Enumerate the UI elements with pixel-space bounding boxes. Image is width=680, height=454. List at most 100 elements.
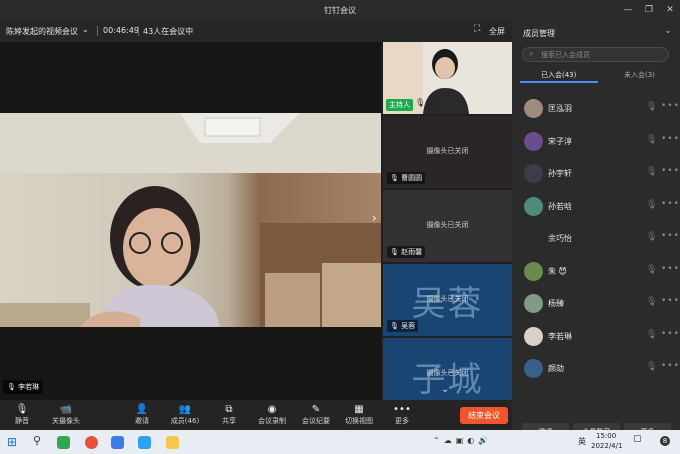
window-title: 钉钉会议	[324, 6, 356, 15]
record-button[interactable]: ◉ 会议录制	[256, 404, 288, 426]
active-tab-indicator	[520, 81, 598, 83]
members-panel: 成员管理 ⌄ ⌕ 搜索已入会成员 已入会(43) 未入会(3) 匡泓羽 🎙 ••• 宋…	[512, 20, 680, 441]
avatar	[524, 261, 543, 281]
tab-joined[interactable]: 已入会(43)	[541, 70, 576, 80]
member-name: 孙宇轩	[548, 169, 572, 178]
mic-muted-icon[interactable]: 🎙	[646, 200, 657, 211]
video-tile-3[interactable]: 吴蓉 摄像头已关闭 🎙 吴蓉	[383, 264, 512, 336]
mic-muted-icon[interactable]: 🎙	[646, 265, 657, 276]
meeting-name[interactable]: 陈婷发起的视频会议	[6, 26, 78, 37]
tab-not-joined[interactable]: 未入会(3)	[624, 70, 655, 80]
fullscreen-icon[interactable]: ⛶	[474, 24, 480, 34]
app-icon[interactable]	[166, 436, 179, 449]
member-name: 杨臻	[548, 299, 564, 308]
more-icon: •••	[393, 404, 411, 415]
participant-name: 🎙 吴蓉	[387, 320, 419, 332]
more-options-icon[interactable]: •••	[661, 199, 680, 209]
more-options-icon[interactable]: •••	[661, 231, 680, 241]
mic-muted-icon[interactable]: 🎙	[646, 232, 657, 243]
more-options-icon[interactable]: •••	[661, 166, 680, 176]
share-screen-icon: ⧉	[225, 404, 233, 415]
clock-date[interactable]: 2022/4/1	[591, 442, 622, 450]
chevron-right-icon[interactable]: ›	[372, 211, 377, 225]
fullscreen-label[interactable]: 全屏	[489, 26, 505, 37]
chevron-down-icon[interactable]: ⌄	[441, 384, 449, 395]
search-icon[interactable]: ⚲	[33, 434, 41, 447]
more-options-icon[interactable]: •••	[661, 134, 680, 144]
members-button[interactable]: 👥 成员(46)	[170, 404, 200, 426]
camera-off-text: 摄像头已关闭	[426, 295, 469, 303]
invite-button[interactable]: 👤 邀请	[130, 404, 154, 426]
video-tile-4[interactable]: 子城 摄像头已关闭 ⌄	[383, 338, 512, 400]
member-row[interactable]: 宋子淳 🎙 •••	[522, 126, 679, 156]
more-options-icon[interactable]: •••	[661, 101, 680, 111]
member-row[interactable]: 朱 😈 🎙 •••	[522, 256, 679, 286]
add-user-icon: 👤	[135, 404, 149, 415]
meeting-duration: 00:46:49	[103, 26, 139, 35]
member-row[interactable]: 孙若晗 🎙 •••	[522, 191, 679, 221]
camera-off-text: 摄像头已关闭	[426, 221, 469, 229]
attendee-status: 43人在会议中	[143, 27, 194, 36]
mic-muted-icon[interactable]: 🎙	[646, 330, 657, 341]
more-options-icon[interactable]: •••	[661, 296, 680, 306]
more-options-icon[interactable]: •••	[661, 264, 680, 274]
avatar	[524, 326, 543, 346]
browser-icon[interactable]	[85, 436, 98, 449]
camera-button[interactable]: 📹 关摄像头	[48, 404, 84, 426]
app-icon[interactable]	[57, 436, 70, 449]
windows-start-icon[interactable]: ⊞	[7, 435, 17, 449]
chevron-down-icon[interactable]: ⌄	[664, 26, 672, 36]
mic-muted-icon[interactable]: 🎙	[646, 362, 657, 373]
more-button[interactable]: ••• 更多	[392, 404, 412, 426]
mic-muted-icon[interactable]: 🎙	[646, 297, 657, 308]
more-options-icon[interactable]: •••	[661, 329, 680, 339]
chevron-down-icon[interactable]: ⌄	[82, 25, 89, 34]
avatar	[524, 131, 543, 151]
maximize-icon[interactable]: ❐	[641, 3, 657, 17]
member-search-input[interactable]: ⌕ 搜索已入会成员	[522, 47, 669, 62]
share-button[interactable]: ⧉ 共享	[218, 404, 240, 426]
member-name: 颜劼	[548, 364, 564, 373]
meeting-info-bar: 陈婷发起的视频会议 ⌄ 00:46:49 43人在会议中 ⛶ 全屏	[0, 20, 512, 42]
minutes-icon: ✎	[311, 404, 321, 415]
close-icon[interactable]: ✕	[662, 3, 678, 17]
grid-icon: ▦	[354, 404, 364, 415]
minutes-button[interactable]: ✎ 会议纪要	[300, 404, 332, 426]
minimize-icon[interactable]: —	[620, 3, 636, 17]
mic-muted-icon[interactable]: 🎙	[646, 167, 657, 178]
avatar	[524, 99, 543, 118]
member-name: 匡泓羽	[548, 104, 572, 113]
video-tile-self[interactable]: 主持人 🎙 我	[383, 42, 512, 114]
member-row[interactable]: 李若琳 🎙 •••	[522, 321, 679, 351]
member-row[interactable]: 杨臻 🎙 •••	[522, 288, 679, 318]
clock-time[interactable]: 15:00	[596, 432, 616, 440]
switch-view-button[interactable]: ▦ 切换视图	[343, 404, 375, 426]
mic-muted-icon[interactable]: 🎙	[646, 135, 657, 146]
dingtalk-icon[interactable]	[138, 436, 151, 449]
member-row[interactable]: 颜劼 🎙 •••	[522, 353, 679, 383]
video-tile-1[interactable]: 摄像头已关闭 🎙 曹圆圆	[383, 116, 512, 188]
mic-muted-icon[interactable]: 🎙	[646, 102, 657, 113]
end-meeting-button[interactable]: 结束会议	[460, 407, 508, 424]
more-options-icon[interactable]: •••	[661, 361, 680, 371]
member-name: 余巧怡	[548, 234, 572, 243]
system-tray-icons[interactable]: ⌃☁▣◐🔊	[433, 436, 492, 445]
app-icon[interactable]	[111, 436, 124, 449]
member-row[interactable]: 匡泓羽 🎙 •••	[522, 93, 679, 123]
member-name: 朱 😈	[548, 266, 567, 276]
main-video-area[interactable]: › 🎙 李若琳	[0, 42, 381, 400]
camera-off-text: 摄像头已关闭	[426, 369, 469, 377]
video-tile-2[interactable]: 摄像头已关闭 🎙 赵雨馨	[383, 190, 512, 262]
member-row[interactable]: 余巧怡 🎙 •••	[522, 223, 679, 253]
avatar	[524, 359, 543, 378]
member-name: 宋子淳	[548, 136, 572, 146]
participant-name: 🎙 曹圆圆	[387, 172, 426, 184]
member-row[interactable]: 孙宇轩 🎙 •••	[522, 158, 679, 188]
speaker-nametag: 🎙 李若琳	[3, 380, 44, 394]
divider	[138, 26, 139, 36]
ime-indicator[interactable]: 英	[578, 436, 586, 447]
notification-icon[interactable]: ▢	[633, 434, 642, 444]
members-icon: 👥	[178, 404, 192, 415]
avatar	[524, 164, 543, 183]
mute-button[interactable]: 🎙 静音	[10, 404, 34, 426]
